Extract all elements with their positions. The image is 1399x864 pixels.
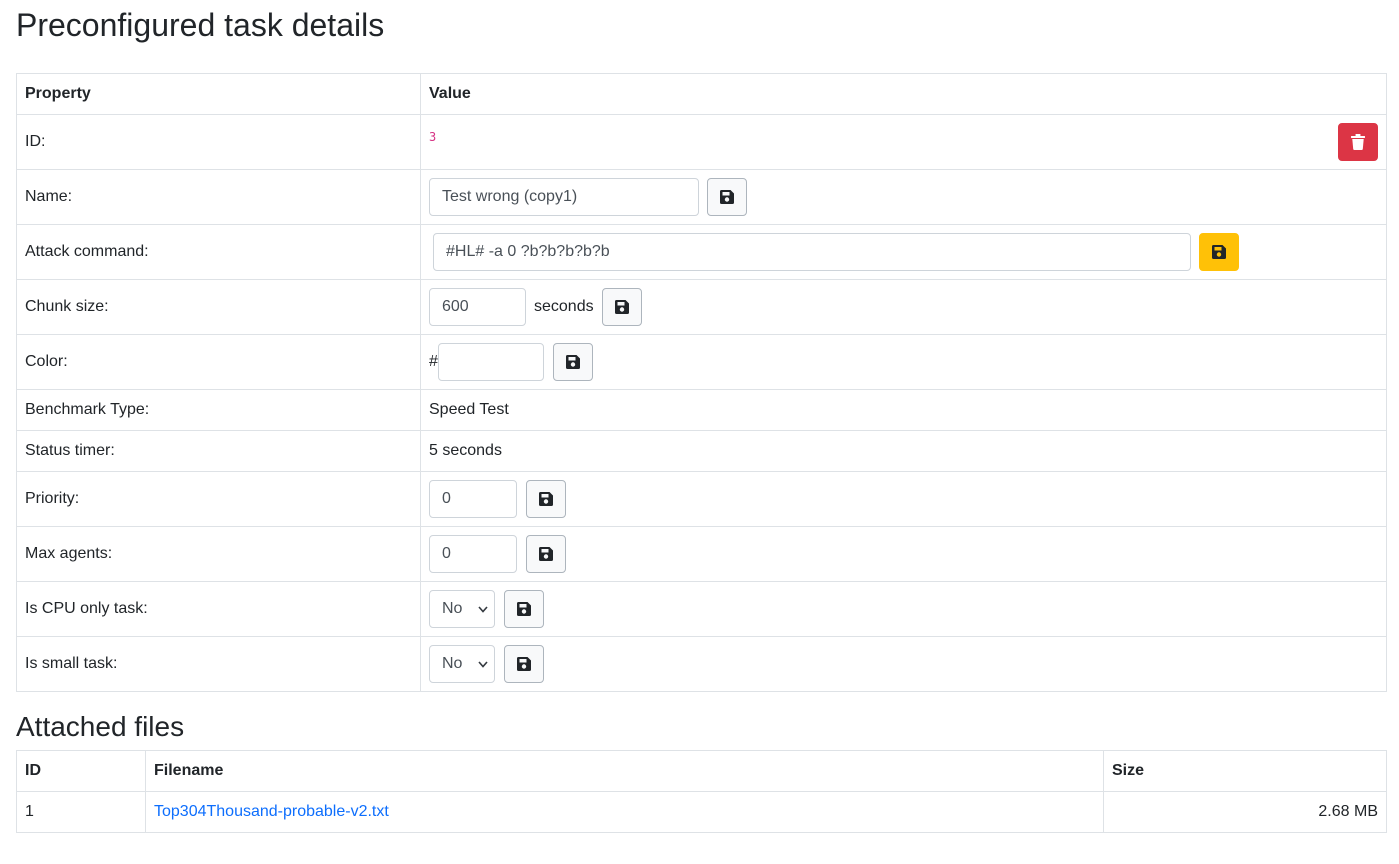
save-chunk-size-button[interactable] <box>601 288 642 326</box>
page-title: Preconfigured task details <box>16 7 385 43</box>
color-input[interactable] <box>437 343 544 381</box>
id-value-cell: 3 <box>420 114 1387 170</box>
save-priority-button[interactable] <box>526 480 566 518</box>
row-priority: Priority: <box>16 471 1387 527</box>
status-timer-label: Status timer: <box>16 430 421 472</box>
row-small-task: Is small task: No <box>16 636 1387 692</box>
file-link[interactable]: Top304Thousand-probable-v2.txt <box>154 803 389 820</box>
row-color: Color: # <box>16 334 1387 390</box>
floppy-disk-icon <box>517 602 531 616</box>
save-color-button[interactable] <box>552 343 593 381</box>
file-id: 1 <box>16 791 146 833</box>
save-small-task-button[interactable] <box>504 645 544 683</box>
header-value: Value <box>420 73 1387 115</box>
row-status-timer: Status timer: 5 seconds <box>16 430 1387 472</box>
attack-command-label: Attack command: <box>16 224 421 280</box>
trash-icon <box>1351 134 1365 150</box>
id-value: 3 <box>429 130 437 144</box>
row-name: Name: <box>16 169 1387 225</box>
benchmark-type-label: Benchmark Type: <box>16 389 421 431</box>
floppy-disk-icon <box>720 190 734 204</box>
chunk-size-unit: seconds <box>534 298 594 315</box>
row-benchmark-type: Benchmark Type: Speed Test <box>16 389 1387 431</box>
name-label: Name: <box>16 169 421 225</box>
files-header-filename: Filename <box>145 750 1104 792</box>
priority-label: Priority: <box>16 471 421 527</box>
color-hash-prefix: # <box>429 353 438 370</box>
file-size: 2.68 MB <box>1103 791 1387 833</box>
row-id: ID: 3 <box>16 114 1387 170</box>
floppy-disk-icon <box>539 547 553 561</box>
row-chunk-size: Chunk size: seconds <box>16 279 1387 335</box>
benchmark-type-value: Speed Test <box>420 389 1387 431</box>
max-agents-label: Max agents: <box>16 526 421 582</box>
floppy-disk-icon <box>614 300 629 314</box>
save-name-button[interactable] <box>707 178 747 216</box>
small-task-label: Is small task: <box>16 636 421 692</box>
row-max-agents: Max agents: <box>16 526 1387 582</box>
table-header-row: Property Value <box>16 73 1387 115</box>
floppy-disk-icon <box>1212 245 1226 259</box>
task-details-table: Property Value ID: 3 Name: Test wrong (c… <box>16 73 1387 692</box>
floppy-disk-icon <box>539 492 553 506</box>
row-cpu-only: Is CPU only task: No <box>16 581 1387 637</box>
cpu-only-selected: No <box>442 600 463 617</box>
save-max-agents-button[interactable] <box>526 535 566 573</box>
small-task-select[interactable]: No <box>429 645 495 683</box>
save-attack-command-button[interactable] <box>1199 233 1239 271</box>
floppy-disk-icon <box>565 355 580 369</box>
files-header-id: ID <box>16 750 146 792</box>
floppy-disk-icon <box>517 657 531 671</box>
chunk-size-label: Chunk size: <box>16 279 421 335</box>
color-label: Color: <box>16 334 421 390</box>
row-attack-command: Attack command: <box>16 224 1387 280</box>
chunk-size-input[interactable] <box>429 288 526 326</box>
attached-files-table: ID Filename Size 1 Top304Thousand-probab… <box>16 750 1387 833</box>
small-task-selected: No <box>442 655 463 672</box>
delete-task-button[interactable] <box>1338 123 1378 161</box>
status-timer-value: 5 seconds <box>420 430 1387 472</box>
attached-files-title: Attached files <box>16 711 185 742</box>
table-row: 1 Top304Thousand-probable-v2.txt 2.68 MB <box>16 791 1387 833</box>
id-label: ID: <box>16 114 421 170</box>
save-cpu-only-button[interactable] <box>504 590 544 628</box>
priority-input[interactable] <box>429 480 517 518</box>
files-header-size: Size <box>1103 750 1387 792</box>
cpu-only-label: Is CPU only task: <box>16 581 421 637</box>
cpu-only-select[interactable]: No <box>429 590 495 628</box>
chevron-down-icon <box>478 660 488 668</box>
header-property: Property <box>16 73 421 115</box>
files-header-row: ID Filename Size <box>16 750 1387 792</box>
file-name-cell: Top304Thousand-probable-v2.txt <box>145 791 1104 833</box>
chevron-down-icon <box>478 605 488 613</box>
attack-command-input[interactable] <box>433 233 1191 271</box>
name-input[interactable] <box>429 178 699 216</box>
max-agents-input[interactable] <box>429 535 517 573</box>
